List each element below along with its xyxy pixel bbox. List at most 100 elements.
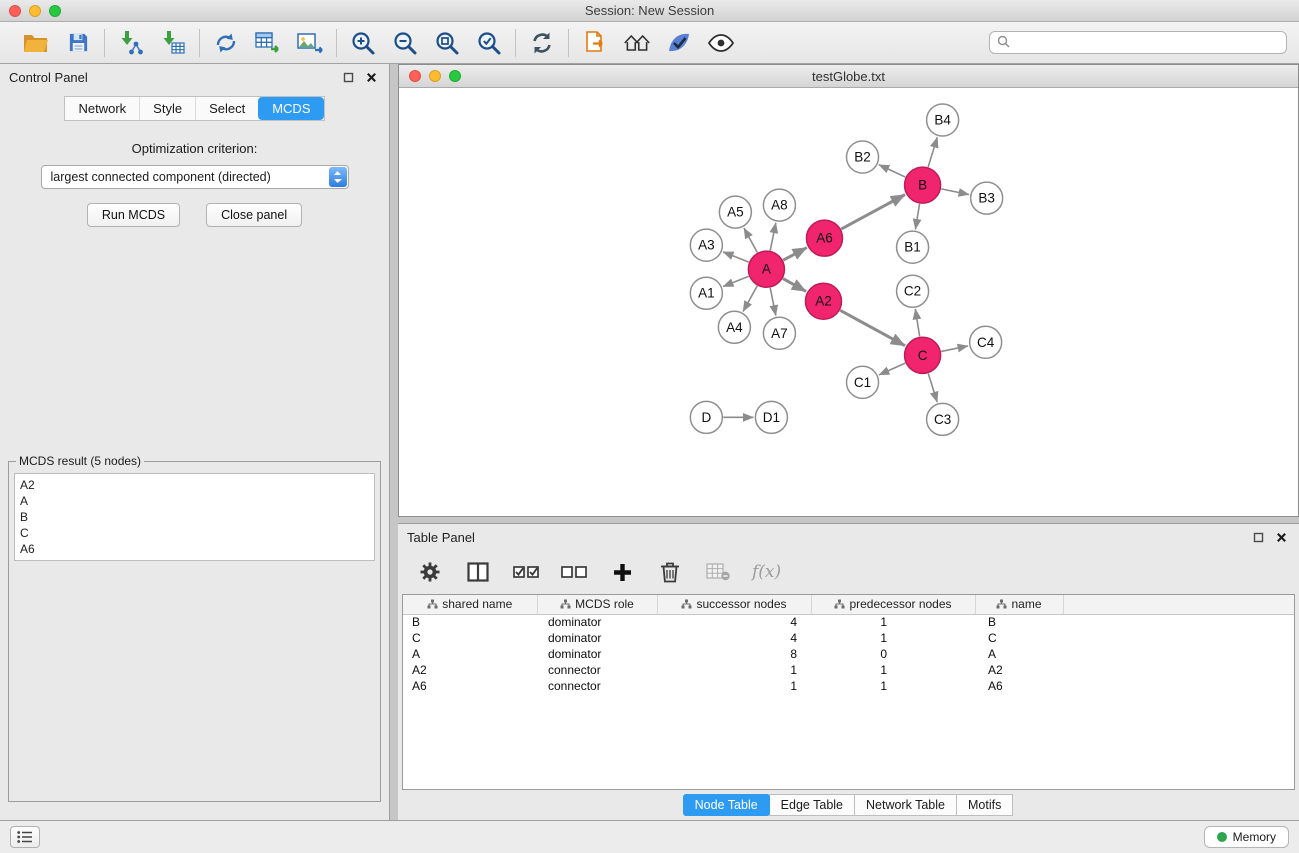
result-item-a2[interactable]: A2 <box>20 477 369 493</box>
table-cell[interactable]: B <box>403 614 537 630</box>
node-B4[interactable]: B4 <box>927 104 959 136</box>
table-cell[interactable]: 1 <box>811 614 975 630</box>
search-input[interactable] <box>1015 36 1279 50</box>
table-cell[interactable]: C <box>975 630 1063 646</box>
node-B3[interactable]: B3 <box>971 182 1003 214</box>
table-row[interactable]: Adominator80A <box>403 646 1294 662</box>
column-header-MCDS-role[interactable]: MCDS role <box>537 595 657 614</box>
memory-button[interactable]: Memory <box>1204 826 1289 848</box>
edge-A-A2[interactable] <box>783 279 806 292</box>
node-B1[interactable]: B1 <box>897 231 929 263</box>
node-C1[interactable]: C1 <box>846 366 878 398</box>
table-cell[interactable]: 1 <box>657 662 811 678</box>
node-D[interactable]: D <box>690 401 722 433</box>
edge-A-A1[interactable] <box>723 276 749 286</box>
result-item-a6[interactable]: A6 <box>20 541 369 557</box>
import-network-icon[interactable] <box>117 29 145 57</box>
minimize-window-icon[interactable] <box>29 5 41 17</box>
zoom-fit-icon[interactable] <box>433 29 461 57</box>
table-cell[interactable]: A2 <box>975 662 1063 678</box>
clone-network-icon[interactable] <box>212 29 240 57</box>
network-graph[interactable]: AA6A2BCA1A3A4A5A7A8B1B2B3B4C1C2C3C4DD1 <box>399 88 1298 516</box>
node-C4[interactable]: C4 <box>970 326 1002 358</box>
edge-A-A5[interactable] <box>744 228 757 253</box>
float-panel-icon[interactable] <box>339 68 357 86</box>
node-B2[interactable]: B2 <box>846 141 878 173</box>
table-row[interactable]: Cdominator41C <box>403 630 1294 646</box>
edge-B-B2[interactable] <box>879 165 906 177</box>
tab-mcds[interactable]: MCDS <box>258 97 323 120</box>
table-cell[interactable]: connector <box>537 678 657 694</box>
result-item-a[interactable]: A <box>20 493 369 509</box>
edge-A2-C[interactable] <box>840 310 905 345</box>
table-cell[interactable]: dominator <box>537 646 657 662</box>
table-cell[interactable]: A <box>403 646 537 662</box>
table-row[interactable]: A2connector11A2 <box>403 662 1294 678</box>
table-row[interactable]: A6connector11A6 <box>403 678 1294 694</box>
zoom-window-icon[interactable] <box>49 5 61 17</box>
task-history-button[interactable] <box>10 826 40 848</box>
criterion-dropdown[interactable]: largest connected component (directed) <box>41 165 349 189</box>
table-cell[interactable]: B <box>975 614 1063 630</box>
table-cell[interactable]: C <box>403 630 537 646</box>
save-icon[interactable] <box>64 29 92 57</box>
node-C3[interactable]: C3 <box>927 403 959 435</box>
table-cell[interactable]: 4 <box>657 614 811 630</box>
zoom-selected-icon[interactable] <box>475 29 503 57</box>
table-cell[interactable]: 8 <box>657 646 811 662</box>
table-cell[interactable]: A2 <box>403 662 537 678</box>
open-folder-icon[interactable] <box>22 29 50 57</box>
home-icon[interactable] <box>623 29 651 57</box>
column-header-name[interactable]: name <box>975 595 1063 614</box>
node-B[interactable]: B <box>905 167 941 203</box>
node-A4[interactable]: A4 <box>718 311 750 343</box>
add-row-icon[interactable] <box>608 558 636 586</box>
edge-A-A3[interactable] <box>723 252 749 262</box>
refresh-icon[interactable] <box>528 29 556 57</box>
deselect-all-icon[interactable] <box>560 558 588 586</box>
tab-style[interactable]: Style <box>139 97 195 120</box>
close-network-icon[interactable] <box>409 70 421 82</box>
export-image-icon[interactable] <box>296 29 324 57</box>
column-header-successor-nodes[interactable]: successor nodes <box>657 595 811 614</box>
settings-gear-icon[interactable] <box>416 558 444 586</box>
table-cell[interactable]: A6 <box>975 678 1063 694</box>
delete-table-icon[interactable] <box>704 558 732 586</box>
table-cell[interactable]: connector <box>537 662 657 678</box>
edge-A-A7[interactable] <box>770 288 776 316</box>
table-cell[interactable]: 1 <box>811 662 975 678</box>
table-cell[interactable]: 1 <box>811 678 975 694</box>
table-cell[interactable]: A6 <box>403 678 537 694</box>
node-A6[interactable]: A6 <box>806 220 842 256</box>
edge-B-B3[interactable] <box>941 189 969 195</box>
tab-node-table[interactable]: Node Table <box>683 794 770 816</box>
zoom-network-icon[interactable] <box>449 70 461 82</box>
node-A8[interactable]: A8 <box>763 189 795 221</box>
edge-B-B1[interactable] <box>915 204 919 229</box>
tab-network[interactable]: Network <box>65 97 139 120</box>
edge-A-A8[interactable] <box>770 223 776 251</box>
columns-icon[interactable] <box>464 558 492 586</box>
column-header-predecessor-nodes[interactable]: predecessor nodes <box>811 595 975 614</box>
close-window-icon[interactable] <box>9 5 21 17</box>
edge-C-C3[interactable] <box>928 373 937 402</box>
node-A5[interactable]: A5 <box>719 196 751 228</box>
table-row[interactable]: Bdominator41B <box>403 614 1294 630</box>
node-C2[interactable]: C2 <box>897 275 929 307</box>
edge-B-B4[interactable] <box>928 137 937 167</box>
tab-edge-table[interactable]: Edge Table <box>769 794 855 816</box>
select-all-icon[interactable] <box>512 558 540 586</box>
result-item-c[interactable]: C <box>20 525 369 541</box>
table-cell[interactable]: 1 <box>657 678 811 694</box>
import-table-icon[interactable] <box>159 29 187 57</box>
search-field[interactable] <box>989 31 1287 54</box>
tab-motifs[interactable]: Motifs <box>956 794 1013 816</box>
eye-icon[interactable] <box>707 29 735 57</box>
node-A1[interactable]: A1 <box>690 277 722 309</box>
close-table-panel-icon[interactable] <box>1272 528 1290 546</box>
network-from-table-icon[interactable] <box>254 29 282 57</box>
table-cell[interactable]: A <box>975 646 1063 662</box>
node-D1[interactable]: D1 <box>755 401 787 433</box>
edge-C-C2[interactable] <box>915 309 919 336</box>
zoom-in-icon[interactable] <box>349 29 377 57</box>
